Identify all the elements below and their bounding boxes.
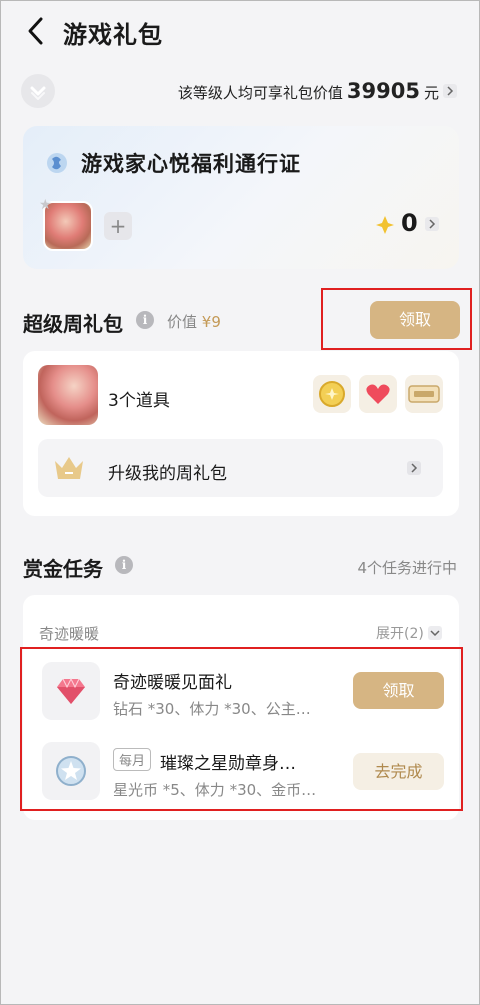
- task-rewards: 钻石 *30、体力 *30、公主…: [113, 700, 311, 718]
- expand-label: 展开(2): [376, 626, 424, 642]
- game-group-label: 奇迹暖暖: [39, 625, 100, 643]
- info-icon[interactable]: i: [115, 556, 133, 574]
- level-value-number: 39905: [346, 79, 420, 103]
- claim-weekly-button[interactable]: 领取: [370, 301, 460, 339]
- ticket-icon[interactable]: [405, 375, 443, 413]
- weekly-items-label: 3个道具: [108, 391, 170, 411]
- go-complete-button[interactable]: 去完成: [353, 753, 444, 790]
- bounty-tasks-title: 赏金任务: [23, 557, 103, 581]
- chevron-right-icon[interactable]: [425, 217, 439, 231]
- coin-count: 0: [401, 209, 418, 237]
- upgrade-weekly-pack-label: 升级我的周礼包: [108, 464, 227, 484]
- star-icon: ★: [39, 197, 52, 213]
- level-value-unit: 元: [423, 84, 439, 102]
- pass-title: 游戏家心悦福利通行证: [81, 152, 301, 176]
- weekly-pack-title: 超级周礼包: [23, 312, 123, 336]
- weekly-pack-thumbnail[interactable]: [38, 365, 98, 425]
- chevron-right-icon[interactable]: [407, 461, 421, 475]
- bounty-status: 4个任务进行中: [357, 559, 457, 577]
- expand-button[interactable]: 展开(2): [376, 623, 442, 643]
- gold-coin-icon[interactable]: [313, 375, 351, 413]
- weekly-pack-value: 价值 ¥9: [167, 311, 221, 332]
- star-coin-icon: [42, 742, 100, 800]
- level-value-prefix: 该等级人均可享礼包价值: [177, 84, 343, 102]
- level-badge-icon: [21, 74, 55, 108]
- chevron-left-icon[interactable]: [19, 13, 55, 49]
- upgrade-weekly-pack-row[interactable]: [38, 439, 443, 497]
- chevron-right-icon[interactable]: [443, 84, 457, 98]
- diamond-coin-icon: [376, 216, 394, 234]
- task-name: 奇迹暖暖见面礼: [113, 673, 232, 693]
- pink-diamond-icon: [42, 662, 100, 720]
- crown-icon: [55, 457, 83, 479]
- claim-task-button[interactable]: 领取: [353, 672, 444, 709]
- task-rewards: 星光币 *5、体力 *30、金币…: [113, 781, 317, 799]
- weekly-value-price: ¥9: [201, 313, 221, 331]
- chevron-down-icon: [427, 626, 442, 640]
- info-icon[interactable]: i: [136, 311, 154, 329]
- weekly-value-label: 价值: [167, 313, 198, 331]
- pass-logo-icon: [47, 153, 67, 173]
- add-button[interactable]: +: [104, 212, 132, 240]
- task-name: 璀璨之星勋章身…: [160, 754, 296, 774]
- monthly-tag: 每月: [113, 748, 152, 771]
- level-value-text[interactable]: 该等级人均可享礼包价值 39905 元: [178, 79, 439, 103]
- heart-icon[interactable]: [359, 375, 397, 413]
- page-title: 游戏礼包: [63, 21, 163, 49]
